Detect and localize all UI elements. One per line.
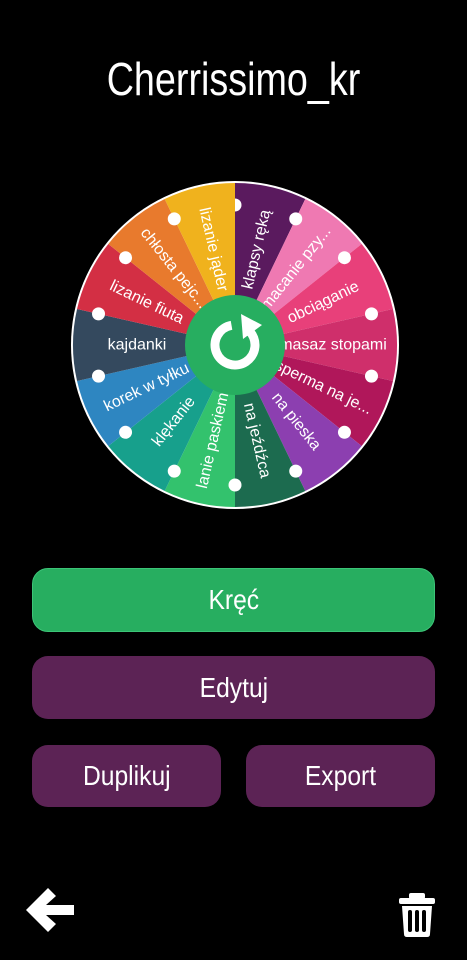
- wheel-segment-label: kajdanki: [108, 337, 167, 354]
- wheel-peg: [289, 464, 303, 478]
- wheel-peg: [337, 425, 351, 439]
- wheel-peg: [289, 212, 303, 226]
- spin-button-label: Kręć: [208, 584, 259, 615]
- wheel-peg: [364, 369, 378, 383]
- edit-button[interactable]: Edytuj: [32, 656, 435, 719]
- spin-button[interactable]: Kręć: [32, 568, 435, 632]
- trash-icon[interactable]: [397, 893, 437, 937]
- wheel-hub[interactable]: [185, 295, 285, 395]
- page-title: Cherrissimo_kr: [106, 53, 361, 105]
- wheel-peg: [92, 369, 106, 383]
- export-button-label: Export: [304, 760, 377, 791]
- wheel-segment-label: masaz stopami: [279, 337, 387, 354]
- export-button[interactable]: Export: [246, 745, 435, 807]
- wheel-peg: [167, 212, 181, 226]
- wheel-peg: [119, 251, 133, 265]
- edit-button-label: Edytuj: [199, 671, 268, 703]
- wheel-peg: [337, 251, 351, 265]
- wheel-peg: [119, 425, 133, 439]
- duplicate-button-label: Duplikuj: [82, 760, 171, 791]
- spin-wheel[interactable]: klapsy rękąmacanie pzy...obciąganiemasaz…: [70, 180, 400, 510]
- wheel-peg: [92, 307, 106, 321]
- back-arrow-icon[interactable]: [22, 884, 78, 936]
- wheel-peg: [228, 478, 242, 492]
- wheel-peg: [167, 464, 181, 478]
- wheel-peg: [364, 307, 378, 321]
- duplicate-button[interactable]: Duplikuj: [32, 745, 221, 807]
